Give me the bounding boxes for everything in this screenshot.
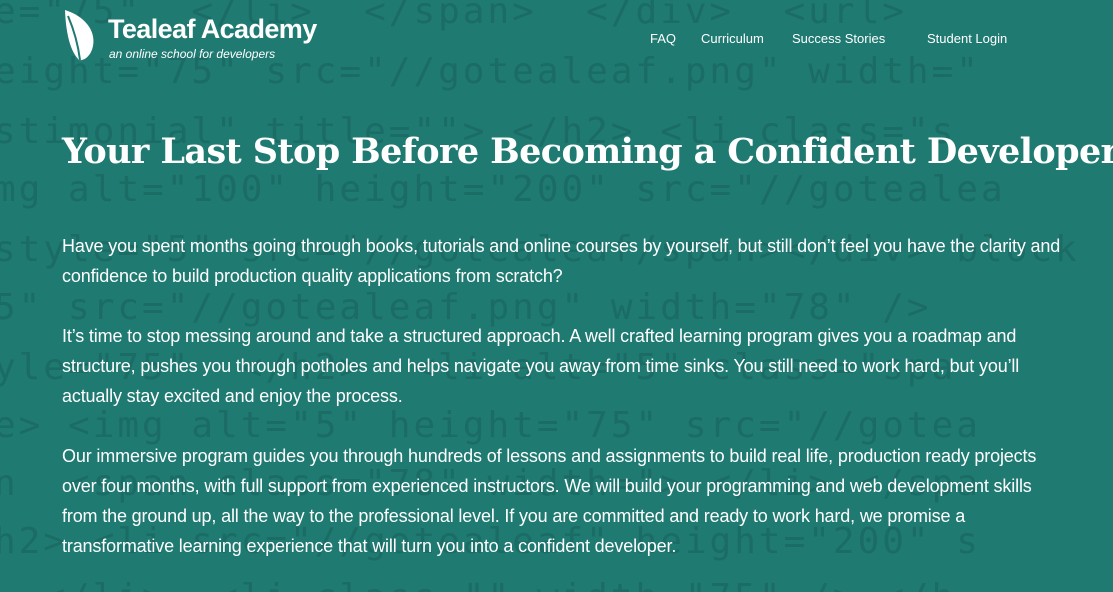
hero-body: Have you spent months going through book…: [62, 231, 1062, 591]
nav-curriculum-link[interactable]: Curriculum: [701, 30, 764, 48]
nav-faq-link[interactable]: FAQ: [650, 30, 676, 48]
hero-headline: Your Last Stop Before Becoming a Confide…: [62, 131, 1113, 172]
hero-paragraph: It’s time to stop messing around and tak…: [62, 326, 1020, 406]
site-logo[interactable]: Tealeaf Academy an online school for dev…: [62, 8, 317, 64]
logo-tagline: an online school for developers: [109, 47, 276, 61]
nav-success-stories-link[interactable]: Success Stories: [792, 30, 885, 48]
hero-paragraph: Have you spent months going through book…: [62, 236, 1061, 286]
page-content: Tealeaf Academy an online school for dev…: [0, 0, 1113, 592]
hero-paragraph: Our immersive program guides you through…: [62, 446, 1037, 556]
nav-student-login-link[interactable]: Student Login: [927, 30, 1007, 48]
leaf-icon: [65, 10, 94, 61]
logo-name: Tealeaf Academy: [108, 14, 317, 44]
